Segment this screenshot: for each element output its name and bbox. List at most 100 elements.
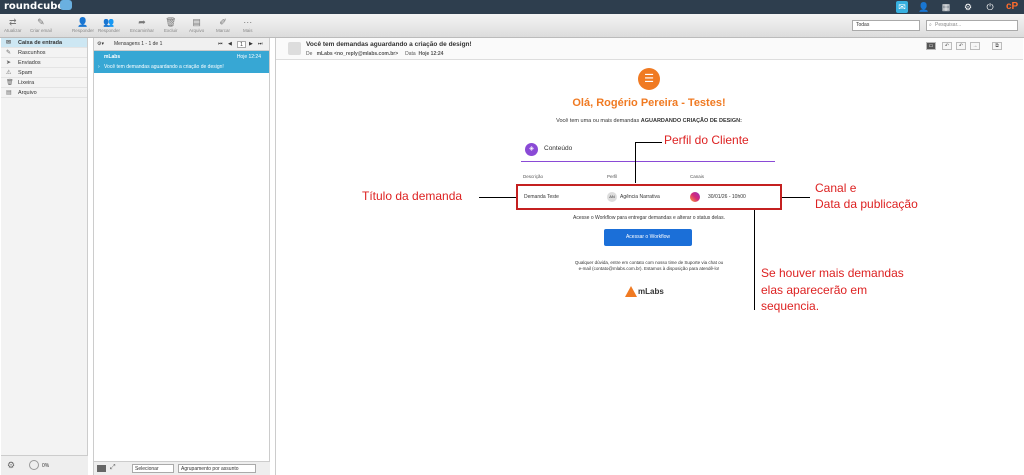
prev-page-icon[interactable]: ◀ — [228, 38, 232, 51]
list-view-icon[interactable] — [97, 465, 106, 472]
compose-icon: ✎ — [37, 17, 45, 27]
content-icon: ◈ — [525, 143, 538, 156]
headers-button[interactable]: ▭ — [926, 42, 936, 50]
message-list-footer: ⤢ Selecionar Agrupamento por assunto — [94, 461, 270, 475]
mail-icon[interactable]: ✉ — [896, 1, 908, 13]
annotation-channel-1: Canal e — [815, 181, 857, 195]
quota-text: 0% — [42, 463, 50, 469]
forward-icon: ➦ — [138, 17, 146, 27]
forward-button[interactable]: ➦ Encaminhar — [130, 16, 154, 33]
profile-pointer-line — [635, 142, 662, 143]
refresh-button[interactable]: ⇄ Atualizar — [4, 16, 22, 33]
logout-icon[interactable]: ⏻ — [984, 1, 996, 13]
reply-all-icon: 👥 — [103, 17, 115, 27]
forward-icon[interactable]: → — [970, 42, 980, 50]
mark-icon: ✐ — [219, 17, 227, 27]
reply-icon[interactable]: ↶ — [942, 42, 952, 50]
profile-name: Agência Narrativa — [620, 194, 660, 200]
brand-name: mLabs — [638, 287, 664, 296]
folder-archive[interactable]: ▤ Arquivo — [1, 88, 87, 98]
archive-button[interactable]: ▤ Arquivo — [189, 16, 204, 33]
demand-title: Demanda Teste — [524, 194, 559, 200]
reply-icon: 👤 — [77, 17, 89, 27]
profile-avatar: AN — [607, 192, 617, 202]
section-divider — [521, 161, 775, 162]
list-icon: ☰ — [638, 68, 660, 90]
folder-trash[interactable]: 🗑 Lixeira — [1, 78, 87, 88]
folder-footer: ⚙ 0% — [1, 455, 88, 475]
message-list-header: ⚙▾ Mensagens 1 - 1 de 1 ⏮ ◀ 1 ▶ ⏭ — [94, 38, 269, 51]
logo-cube-icon — [60, 0, 72, 10]
calendar-icon[interactable]: ▦ — [940, 1, 952, 13]
message-list: ⚙▾ Mensagens 1 - 1 de 1 ⏮ ◀ 1 ▶ ⏭ mLabs … — [93, 38, 270, 475]
annotation-more-1: Se houver mais demandas — [761, 266, 904, 280]
sent-icon: ➤ — [6, 60, 12, 66]
trash-icon: 🗑 — [6, 80, 14, 86]
mark-button[interactable]: ✐ Marcar — [216, 16, 230, 33]
profile-pointer-line — [635, 142, 636, 183]
list-item[interactable]: mLabs Hoje 12:24 › Você tem demandas agu… — [94, 51, 269, 73]
message-subject: Você tem demandas aguardando a criação d… — [306, 41, 472, 48]
archive-icon: ▤ — [192, 17, 201, 27]
annotation-more-3: sequencia. — [761, 299, 820, 313]
quota-icon — [29, 460, 39, 470]
annotation-channel-2: Data da publicação — [815, 197, 918, 211]
delete-button[interactable]: 🗑 Excluir — [164, 16, 178, 33]
archive-icon: ▤ — [6, 90, 12, 96]
annotation-more-2: elas aparecerão em — [761, 283, 868, 297]
first-page-icon[interactable]: ⏮ — [218, 38, 223, 51]
reply-all-button[interactable]: 👥 Responder — [98, 16, 120, 33]
app-logo: roundcube — [4, 1, 65, 12]
more-button[interactable]: ··· Mais — [243, 16, 253, 33]
folder-spam[interactable]: ⚠ Spam — [1, 68, 87, 78]
annotation-title: Título da demanda — [362, 189, 463, 203]
thread-dropdown[interactable]: Agrupamento por assunto — [178, 464, 256, 473]
publication-date: 30/01/26 - 10h00 — [708, 194, 746, 200]
folder-inbox[interactable]: ✉ Caixa de entrada — [1, 38, 87, 48]
intro-text: Você tem uma ou mais demandas AGUARDANDO… — [556, 118, 742, 124]
trash-icon: 🗑 — [165, 17, 177, 27]
avatar — [288, 42, 301, 55]
list-options-icon[interactable]: ⚙▾ — [97, 38, 104, 51]
col-channels: Canais — [690, 174, 705, 179]
mlabs-logo-icon — [625, 286, 637, 297]
compose-button[interactable]: ✎ Criar email — [30, 16, 52, 33]
refresh-icon: ⇄ — [8, 17, 17, 27]
col-description: Descrição — [523, 174, 544, 179]
filter-select[interactable]: Todas — [852, 20, 920, 31]
message-preview: Você tem demandas aguardando a criação d… — [275, 38, 1023, 475]
folder-list: ✉ Caixa de entrada ✎ Rascunhos ➤ Enviados ⚠… — [1, 38, 88, 475]
title-pointer-line — [479, 197, 516, 198]
section-title: Conteúdo — [544, 145, 573, 152]
more-pointer-line — [754, 210, 755, 310]
top-bar: roundcube ✉ 👤 ▦ ⚙ ⏻ cP — [0, 0, 1024, 14]
annotation-profile: Perfil do Cliente — [664, 133, 749, 147]
reply-all-icon[interactable]: ↶ — [956, 42, 966, 50]
page-number[interactable]: 1 — [237, 41, 246, 48]
workflow-button[interactable]: Acessar o Workflow — [604, 229, 692, 246]
next-page-icon[interactable]: ▶ — [249, 38, 253, 51]
instagram-icon — [690, 192, 700, 202]
greeting: Olá, Rogério Pereira - Testes! — [572, 97, 726, 109]
reply-button[interactable]: 👤 Responder — [72, 16, 94, 33]
folder-sent[interactable]: ➤ Enviados — [1, 58, 87, 68]
folder-settings-icon[interactable]: ⚙ — [7, 460, 15, 471]
more-icon: ··· — [243, 17, 253, 27]
message-count: Mensagens 1 - 1 de 1 — [114, 41, 163, 47]
last-page-icon[interactable]: ⏭ — [258, 38, 263, 51]
col-profile: Perfil — [607, 174, 618, 179]
search-icon: ⌕ — [929, 22, 932, 28]
drafts-icon: ✎ — [6, 50, 12, 56]
sender[interactable]: mLabs <no_reply@mlabs.com.br> — [317, 51, 399, 57]
folder-drafts[interactable]: ✎ Rascunhos — [1, 48, 87, 58]
cpanel-icon[interactable]: cP — [1006, 1, 1018, 13]
open-new-window-icon[interactable]: ⧉ — [992, 42, 1002, 50]
inbox-icon: ✉ — [6, 40, 12, 46]
threads-icon[interactable]: ⤢ — [110, 464, 116, 472]
search-input[interactable]: ⌕ Pesquisar... — [926, 20, 1018, 31]
contacts-icon[interactable]: 👤 — [918, 1, 930, 13]
select-dropdown[interactable]: Selecionar — [132, 464, 174, 473]
message-header: Você tem demandas aguardando a criação d… — [276, 38, 1023, 60]
unread-icon: › — [98, 64, 100, 70]
settings-icon[interactable]: ⚙ — [962, 1, 974, 13]
